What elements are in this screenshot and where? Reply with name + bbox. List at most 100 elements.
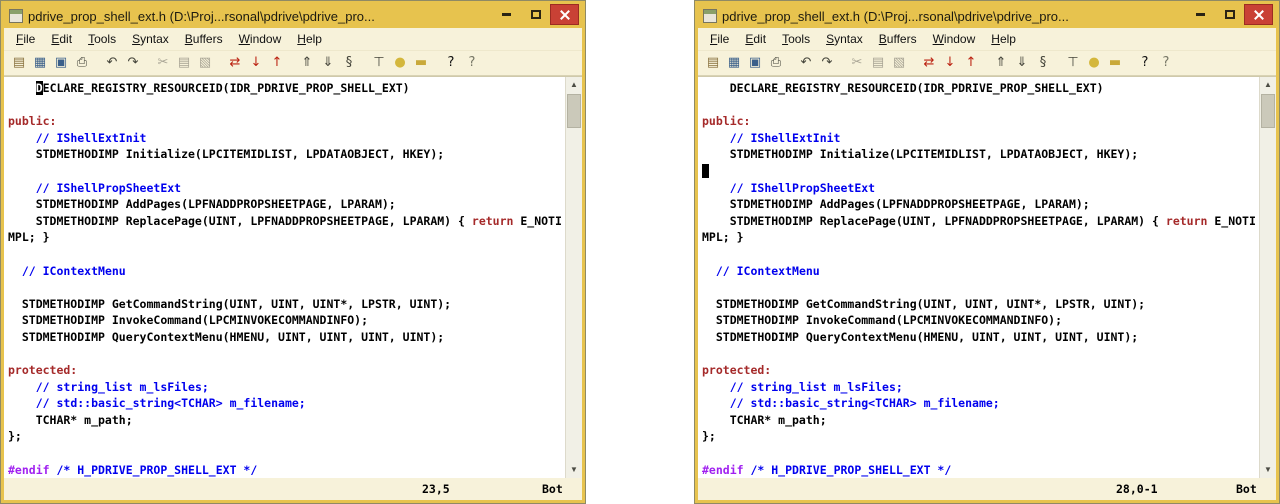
scroll-up-arrow-icon[interactable]: ▲ bbox=[566, 77, 582, 93]
code-line: protected: bbox=[8, 362, 565, 379]
scrollbar-thumb[interactable] bbox=[567, 94, 581, 128]
save-session-icon[interactable]: ⇓ bbox=[318, 53, 338, 73]
statusbar: 23,5 Bot bbox=[4, 478, 582, 500]
tag-jump-icon[interactable]: ▬ bbox=[411, 53, 431, 73]
save-all-icon[interactable]: ▣ bbox=[51, 53, 71, 73]
help-icon[interactable]: ? bbox=[1135, 53, 1155, 73]
code-line: // string_list m_lsFiles; bbox=[702, 379, 1259, 396]
code-line: STDMETHODIMP InvokeCommand(LPCMINVOKECOM… bbox=[702, 312, 1259, 329]
find-help-icon[interactable]: ? bbox=[462, 53, 482, 73]
tag-jump-icon[interactable]: ▬ bbox=[1105, 53, 1125, 73]
gvim-window-left: pdrive_prop_shell_ext.h (D:\Proj...rsona… bbox=[0, 0, 586, 504]
window-controls bbox=[1186, 4, 1273, 25]
open-file-icon[interactable]: ▤ bbox=[9, 53, 29, 73]
cut-icon: ✂ bbox=[153, 53, 173, 73]
find-replace-icon[interactable]: ⇄ bbox=[919, 53, 939, 73]
close-button[interactable] bbox=[550, 4, 579, 25]
make-icon[interactable]: ⊤ bbox=[1063, 53, 1083, 73]
scroll-down-arrow-icon[interactable]: ▼ bbox=[1260, 462, 1276, 478]
menu-edit[interactable]: Edit bbox=[737, 29, 774, 49]
find-prev-icon[interactable]: ↑ bbox=[961, 53, 981, 73]
code-line: protected: bbox=[702, 362, 1259, 379]
scroll-up-arrow-icon[interactable]: ▲ bbox=[1260, 77, 1276, 93]
save-file-icon[interactable]: ▦ bbox=[724, 53, 744, 73]
menu-buffers[interactable]: Buffers bbox=[871, 29, 925, 49]
menu-tools[interactable]: Tools bbox=[80, 29, 124, 49]
titlebar[interactable]: pdrive_prop_shell_ext.h (D:\Proj...rsona… bbox=[4, 4, 582, 28]
code-line: STDMETHODIMP Initialize(LPCITEMIDLIST, L… bbox=[8, 146, 565, 163]
find-next-icon[interactable]: ↓ bbox=[246, 53, 266, 73]
vertical-scrollbar[interactable]: ▲ ▼ bbox=[1259, 77, 1276, 478]
maximize-button[interactable] bbox=[521, 4, 550, 25]
print-icon[interactable]: ⎙ bbox=[766, 53, 786, 73]
code-line bbox=[8, 246, 565, 263]
code-line: STDMETHODIMP GetCommandString(UINT, UINT… bbox=[8, 296, 565, 313]
text-editing-area[interactable]: DECLARE_REGISTRY_RESOURCEID(IDR_PDRIVE_P… bbox=[698, 76, 1276, 478]
copy-icon: ▤ bbox=[868, 53, 888, 73]
close-button[interactable] bbox=[1244, 4, 1273, 25]
save-file-icon[interactable]: ▦ bbox=[30, 53, 50, 73]
maximize-button[interactable] bbox=[1215, 4, 1244, 25]
menu-tools[interactable]: Tools bbox=[774, 29, 818, 49]
close-icon bbox=[1253, 9, 1265, 21]
code-line: }; bbox=[702, 428, 1259, 445]
find-next-icon[interactable]: ↓ bbox=[940, 53, 960, 73]
vim-app-icon bbox=[9, 9, 23, 23]
help-icon[interactable]: ? bbox=[441, 53, 461, 73]
window-title: pdrive_prop_shell_ext.h (D:\Proj...rsona… bbox=[722, 9, 1169, 24]
titlebar[interactable]: pdrive_prop_shell_ext.h (D:\Proj...rsona… bbox=[698, 4, 1276, 28]
print-icon[interactable]: ⎙ bbox=[72, 53, 92, 73]
menu-syntax[interactable]: Syntax bbox=[818, 29, 871, 49]
menu-edit[interactable]: Edit bbox=[43, 29, 80, 49]
minimize-button[interactable] bbox=[1186, 4, 1215, 25]
scroll-down-arrow-icon[interactable]: ▼ bbox=[566, 462, 582, 478]
redo-icon[interactable]: ↷ bbox=[123, 53, 143, 73]
code-line bbox=[8, 163, 565, 180]
menu-window[interactable]: Window bbox=[925, 29, 984, 49]
menu-help[interactable]: Help bbox=[289, 29, 330, 49]
run-script-icon[interactable]: § bbox=[339, 53, 359, 73]
paste-icon: ▧ bbox=[889, 53, 909, 73]
menu-buffers[interactable]: Buffers bbox=[177, 29, 231, 49]
open-file-icon[interactable]: ▤ bbox=[703, 53, 723, 73]
scrollbar-track[interactable] bbox=[566, 93, 582, 462]
run-ctags-icon[interactable]: ● bbox=[390, 53, 410, 73]
menu-syntax[interactable]: Syntax bbox=[124, 29, 177, 49]
run-ctags-icon[interactable]: ● bbox=[1084, 53, 1104, 73]
window-controls bbox=[492, 4, 579, 25]
undo-icon[interactable]: ↶ bbox=[102, 53, 122, 73]
paste-icon: ▧ bbox=[195, 53, 215, 73]
run-script-icon[interactable]: § bbox=[1033, 53, 1053, 73]
find-replace-icon[interactable]: ⇄ bbox=[225, 53, 245, 73]
code-line: // std::basic_string<TCHAR> m_filename; bbox=[8, 395, 565, 412]
menu-file[interactable]: File bbox=[702, 29, 737, 49]
code-view[interactable]: DECLARE_REGISTRY_RESOURCEID(IDR_PDRIVE_P… bbox=[4, 77, 565, 478]
code-line: STDMETHODIMP Initialize(LPCITEMIDLIST, L… bbox=[702, 146, 1259, 163]
find-help-icon[interactable]: ? bbox=[1156, 53, 1176, 73]
scrollbar-thumb[interactable] bbox=[1261, 94, 1275, 128]
menu-file[interactable]: File bbox=[8, 29, 43, 49]
save-all-icon[interactable]: ▣ bbox=[745, 53, 765, 73]
make-icon[interactable]: ⊤ bbox=[369, 53, 389, 73]
maximize-icon bbox=[1225, 10, 1235, 19]
menu-help[interactable]: Help bbox=[983, 29, 1024, 49]
load-session-icon[interactable]: ⇑ bbox=[991, 53, 1011, 73]
minimize-button[interactable] bbox=[492, 4, 521, 25]
code-line: // IShellExtInit bbox=[8, 130, 565, 147]
undo-icon[interactable]: ↶ bbox=[796, 53, 816, 73]
gvim-window-right: pdrive_prop_shell_ext.h (D:\Proj...rsona… bbox=[694, 0, 1280, 504]
code-line bbox=[8, 445, 565, 462]
code-view[interactable]: DECLARE_REGISTRY_RESOURCEID(IDR_PDRIVE_P… bbox=[698, 77, 1259, 478]
load-session-icon[interactable]: ⇑ bbox=[297, 53, 317, 73]
save-session-icon[interactable]: ⇓ bbox=[1012, 53, 1032, 73]
code-line: STDMETHODIMP ReplacePage(UINT, LPFNADDPR… bbox=[8, 213, 565, 230]
redo-icon[interactable]: ↷ bbox=[817, 53, 837, 73]
code-line: // IShellPropSheetExt bbox=[702, 180, 1259, 197]
scrollbar-track[interactable] bbox=[1260, 93, 1276, 462]
vim-app-icon bbox=[703, 9, 717, 23]
minimize-icon bbox=[502, 13, 511, 16]
find-prev-icon[interactable]: ↑ bbox=[267, 53, 287, 73]
menu-window[interactable]: Window bbox=[231, 29, 290, 49]
vertical-scrollbar[interactable]: ▲ ▼ bbox=[565, 77, 582, 478]
text-editing-area[interactable]: DECLARE_REGISTRY_RESOURCEID(IDR_PDRIVE_P… bbox=[4, 76, 582, 478]
